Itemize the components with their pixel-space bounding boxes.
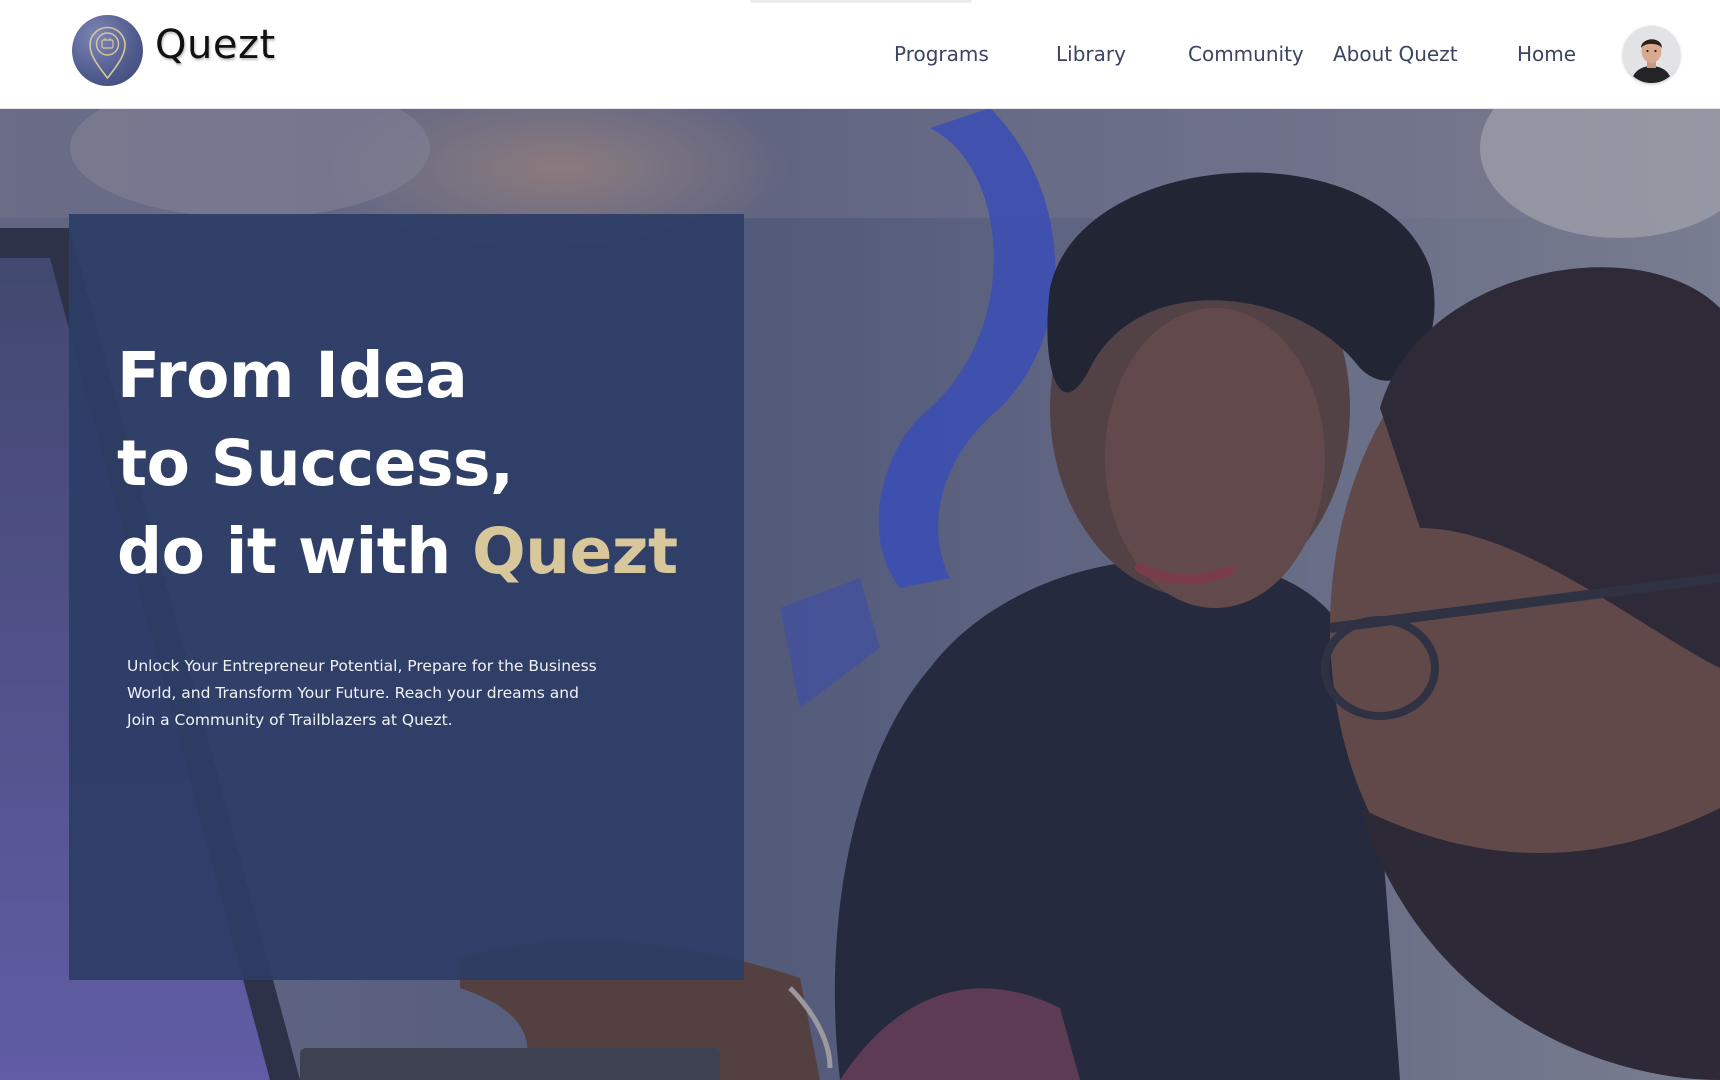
headline-brand-accent: Quezt	[472, 515, 678, 588]
nav-home[interactable]: Home	[1517, 42, 1576, 66]
nav-about-quezt[interactable]: About Quezt	[1333, 42, 1458, 66]
hero-subtext: Unlock Your Entrepreneur Potential, Prep…	[127, 657, 597, 729]
headline-line-2: to Success,	[117, 427, 514, 500]
nav-community[interactable]: Community	[1188, 42, 1304, 66]
headline-line-3-prefix: do it with	[117, 515, 473, 588]
location-pin-icon[interactable]	[72, 15, 143, 86]
headline-line-1: From Idea	[117, 339, 468, 412]
hero-overlay-card: From Idea to Success, do it with Quezt Unl…	[69, 214, 744, 980]
nav-library[interactable]: Library	[1056, 42, 1126, 66]
nav-programs[interactable]: Programs	[894, 42, 989, 66]
brand-name[interactable]: Quezt	[155, 22, 276, 68]
hero-headline: From Idea to Success, do it with Quezt	[117, 332, 678, 596]
user-avatar[interactable]	[1623, 26, 1680, 83]
hero-section: From Idea to Success, do it with Quezt Unl…	[0, 108, 1720, 1080]
top-tab-indicator	[750, 0, 972, 3]
top-nav-bar: Quezt Programs Library Community About Q…	[0, 0, 1720, 109]
